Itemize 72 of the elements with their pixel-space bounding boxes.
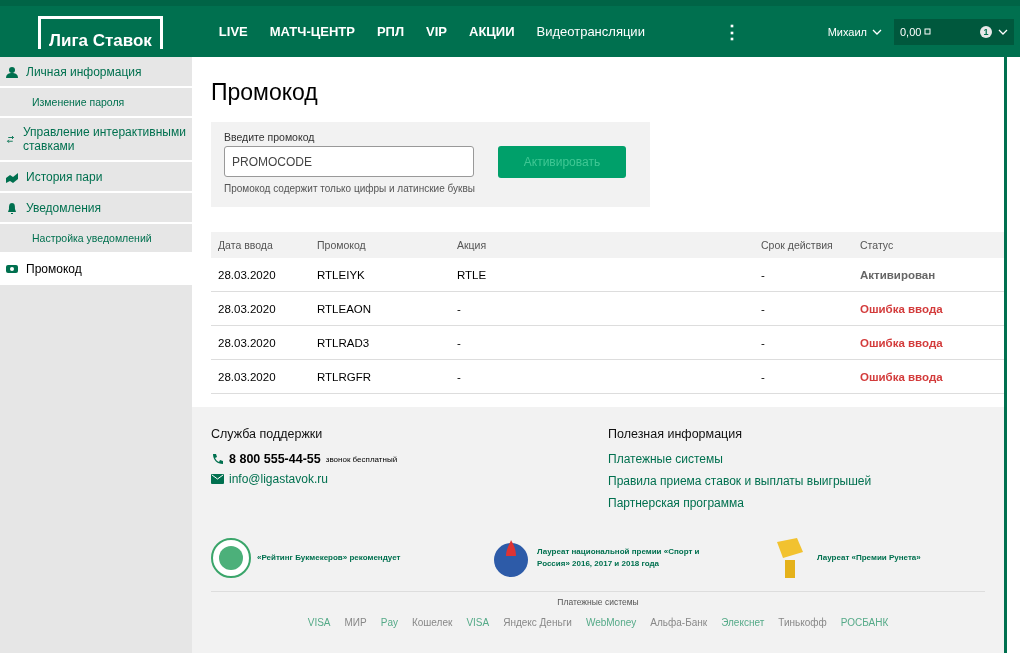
status-cell: Активирован — [853, 258, 1004, 292]
info-link[interactable]: Правила приема ставок и выплаты выигрышей — [608, 474, 985, 488]
table-cell: - — [754, 359, 853, 394]
section-title: Полезная информация — [608, 427, 743, 441]
phone-icon — [211, 452, 224, 466]
table-cell: 28.03.2020 — [211, 258, 310, 292]
payment-logo[interactable]: Элекснет — [721, 617, 765, 628]
section-title: Служба поддержки — [211, 427, 324, 441]
nav-link[interactable]: Видеотрансляции — [536, 24, 645, 39]
page-title: Промокод — [211, 79, 319, 106]
status-cell: Ошибка ввода — [853, 291, 1004, 326]
card-icon — [6, 262, 18, 275]
table-cell: 28.03.2020 — [211, 325, 310, 360]
medal-badge-icon — [211, 537, 251, 578]
table-cell: RTLEAON — [310, 291, 450, 326]
column-header: Статус — [853, 232, 1004, 258]
nav-link[interactable]: МАТЧ-ЦЕНТР — [269, 24, 355, 39]
email-link[interactable]: info@ligastavok.ru — [229, 472, 328, 486]
nav-link[interactable]: АКЦИИ — [469, 24, 515, 39]
sidebar-item[interactable]: Промокод — [0, 254, 192, 285]
info-link[interactable]: Партнерская программа — [608, 496, 985, 510]
table-cell: - — [450, 359, 754, 394]
status-cell: Ошибка ввода — [853, 325, 1004, 360]
table-cell: 28.03.2020 — [211, 359, 310, 394]
table-cell: RTLRAD3 — [310, 325, 450, 360]
chevron-down-icon — [872, 28, 882, 35]
nav-link[interactable]: РПЛ — [376, 24, 405, 39]
table-cell: - — [450, 325, 754, 360]
currency-icon — [924, 28, 932, 35]
balance-panel[interactable]: 0,00 1 — [894, 18, 1014, 45]
chevron-down-icon — [998, 28, 1008, 35]
field-label: Введите промокод — [224, 131, 316, 143]
promo-code-field[interactable]: PROMOCODE — [224, 146, 474, 177]
bell-icon — [6, 201, 18, 214]
payment-logo[interactable]: Pay — [380, 617, 398, 628]
payment-logo[interactable]: Яндекс Деньги — [503, 617, 572, 628]
nav-link[interactable]: LIVE — [218, 24, 248, 39]
payment-logo[interactable]: МИР — [344, 617, 367, 628]
table-cell: 28.03.2020 — [211, 291, 310, 326]
logo[interactable]: Лига Ставок — [38, 16, 163, 49]
table-cell: RTLRGFR — [310, 359, 450, 394]
balance-amount: 0,00 — [900, 25, 922, 38]
payments-title: Платежные системы — [211, 591, 985, 607]
payment-logo[interactable]: WebMoney — [585, 617, 637, 628]
status-cell: Ошибка ввода — [853, 359, 1004, 394]
user-name[interactable]: Михаил — [827, 25, 867, 38]
table-cell: - — [754, 291, 853, 326]
more-menu-button[interactable]: ⋮ — [722, 20, 741, 43]
payment-logo[interactable]: Альфа-Банк — [650, 617, 708, 628]
award-text: Лауреат национальной премии «Спорт и Россия» 2016, 2017 и 2018 года — [537, 545, 701, 570]
info-link[interactable]: Платежные системы — [608, 452, 985, 466]
table-cell: RTLEIYK — [310, 258, 450, 292]
phone-number: 8 800 555-44-55 — [229, 452, 321, 466]
swap-arrows-icon — [6, 133, 15, 145]
notification-badge: 1 — [980, 25, 992, 38]
nav-link[interactable]: VIP — [426, 24, 447, 39]
table-cell: - — [754, 258, 853, 292]
award-text: «Рейтинг Букмекеров» рекомендует — [257, 551, 401, 564]
award-text: Лауреат «Премии Рунета» — [817, 551, 921, 564]
field-hint: Промокод содержит только цифры и латинские буквы — [224, 183, 476, 194]
mail-icon — [211, 473, 224, 485]
column-header: Акция — [450, 232, 754, 258]
payment-logo[interactable]: Кошелек — [411, 617, 453, 628]
user-icon — [6, 65, 18, 78]
table-cell: - — [754, 325, 853, 360]
column-header: Промокод — [310, 232, 450, 258]
phone-note: звонок бесплатный — [325, 454, 398, 464]
payment-logo[interactable]: Тинькофф — [778, 617, 827, 628]
table-cell: - — [450, 291, 754, 326]
column-header: Срок действия — [754, 232, 853, 258]
table-cell: RTLE — [450, 258, 754, 292]
column-header: Дата ввода — [211, 232, 310, 258]
